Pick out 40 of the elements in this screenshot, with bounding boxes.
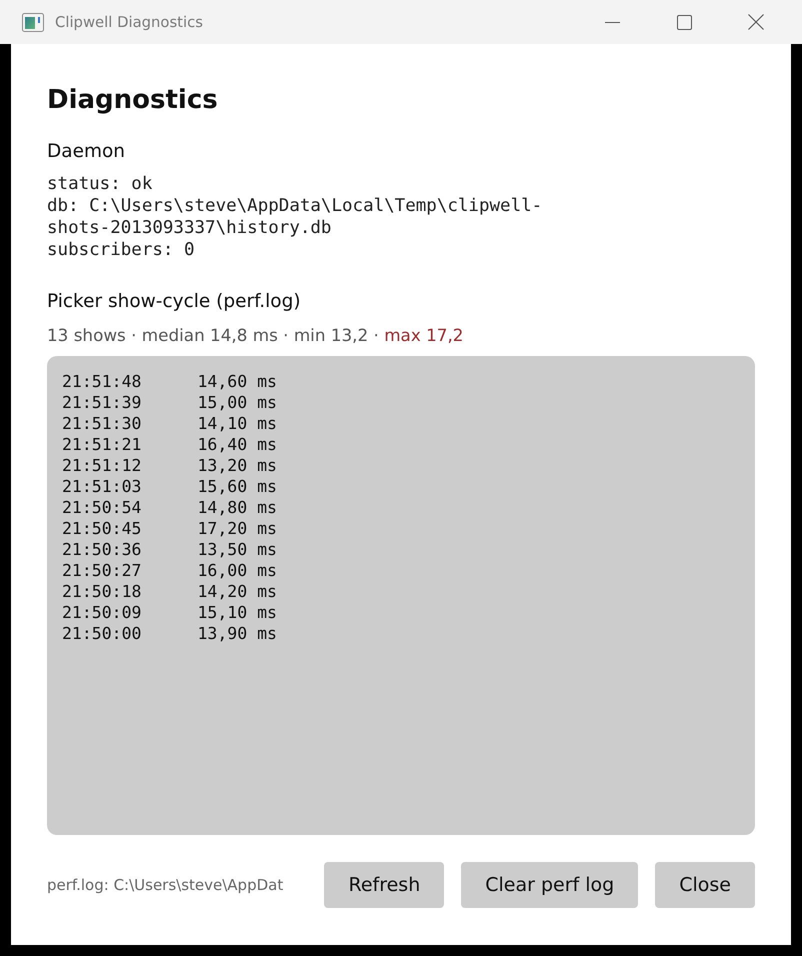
log-duration: 15,10 ms <box>197 602 277 623</box>
log-duration: 16,00 ms <box>197 560 277 581</box>
log-time: 21:50:09 <box>62 602 142 623</box>
log-time: 21:50:45 <box>62 518 142 539</box>
section-heading: Picker show-cycle (perf.log) <box>47 290 302 314</box>
log-duration: 13,90 ms <box>197 623 277 644</box>
log-duration: 13,20 ms <box>197 455 277 476</box>
page-heading: Diagnostics <box>47 84 219 117</box>
log-time: 21:51:48 <box>62 371 142 392</box>
perf-summary: 13 shows · median 14,8 ms · min 13,2 · max 17,2 <box>47 324 464 346</box>
log-duration: 14,60 ms <box>197 371 277 392</box>
log-duration: 14,10 ms <box>197 413 277 434</box>
log-time: 21:51:39 <box>62 392 142 413</box>
log-time: 21:50:18 <box>62 581 142 602</box>
log-duration: 15,00 ms <box>197 392 277 413</box>
log-time: 21:51:03 <box>62 476 142 497</box>
maximize-icon <box>676 14 692 30</box>
log-duration: 13,50 ms <box>197 539 277 560</box>
log-duration: 14,80 ms <box>197 497 277 518</box>
log-duration: 15,60 ms <box>197 476 277 497</box>
dialog-button[interactable]: Close <box>655 862 755 908</box>
log-time: 21:50:36 <box>62 539 142 560</box>
dialog-button[interactable]: Clear perf log <box>461 862 638 908</box>
perf-log-path: perf.log: C:\Users\steve\AppDat <box>47 876 284 894</box>
log-duration: 17,20 ms <box>197 518 277 539</box>
app-icon <box>22 12 44 32</box>
log-time: 21:51:12 <box>62 455 142 476</box>
daemon-info-line: status: ok <box>47 173 154 195</box>
dialog-button[interactable]: Refresh <box>324 862 444 908</box>
daemon-info-line: subscribers: 0 <box>47 239 196 261</box>
log-duration: 16,40 ms <box>197 434 277 455</box>
log-time: 21:51:21 <box>62 434 142 455</box>
close-icon <box>748 14 764 30</box>
window-title: Clipwell Diagnostics <box>55 14 204 30</box>
section-heading: Daemon <box>47 140 126 164</box>
log-time: 21:51:30 <box>62 413 142 434</box>
log-duration: 14,20 ms <box>197 581 277 602</box>
log-time: 21:50:54 <box>62 497 142 518</box>
log-time: 21:50:00 <box>62 623 142 644</box>
log-time: 21:50:27 <box>62 560 142 581</box>
